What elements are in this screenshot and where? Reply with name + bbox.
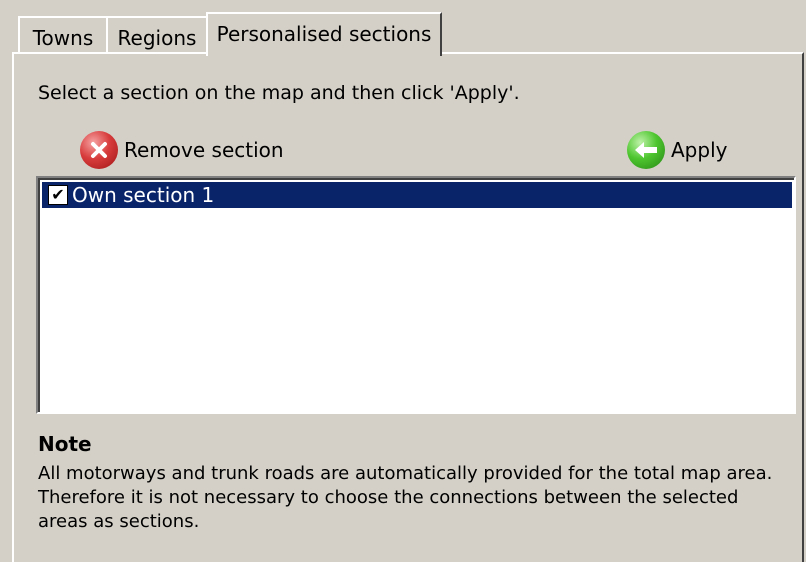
- apply-arrow-icon: [627, 131, 665, 169]
- apply-label: Apply: [671, 138, 728, 162]
- section-label: Own section 1: [72, 183, 215, 207]
- list-item[interactable]: ✔ Own section 1: [42, 182, 792, 208]
- note-text: All motorways and trunk roads are automa…: [38, 463, 773, 532]
- sections-list[interactable]: ✔ Own section 1: [36, 176, 796, 414]
- tab-regions[interactable]: Regions: [106, 16, 208, 54]
- note-title: Note: [38, 432, 92, 456]
- remove-icon: [80, 131, 118, 169]
- section-checkbox[interactable]: ✔: [48, 185, 68, 205]
- instruction-text: Select a section on the map and then cli…: [38, 82, 520, 104]
- remove-section-label: Remove section: [124, 138, 284, 162]
- tab-personalised-sections[interactable]: Personalised sections: [206, 12, 442, 56]
- apply-button[interactable]: Apply: [627, 130, 727, 170]
- tab-strip: Towns Regions Personalised sections: [0, 0, 806, 56]
- remove-section-button[interactable]: Remove section: [80, 130, 284, 170]
- tab-towns[interactable]: Towns: [18, 16, 108, 54]
